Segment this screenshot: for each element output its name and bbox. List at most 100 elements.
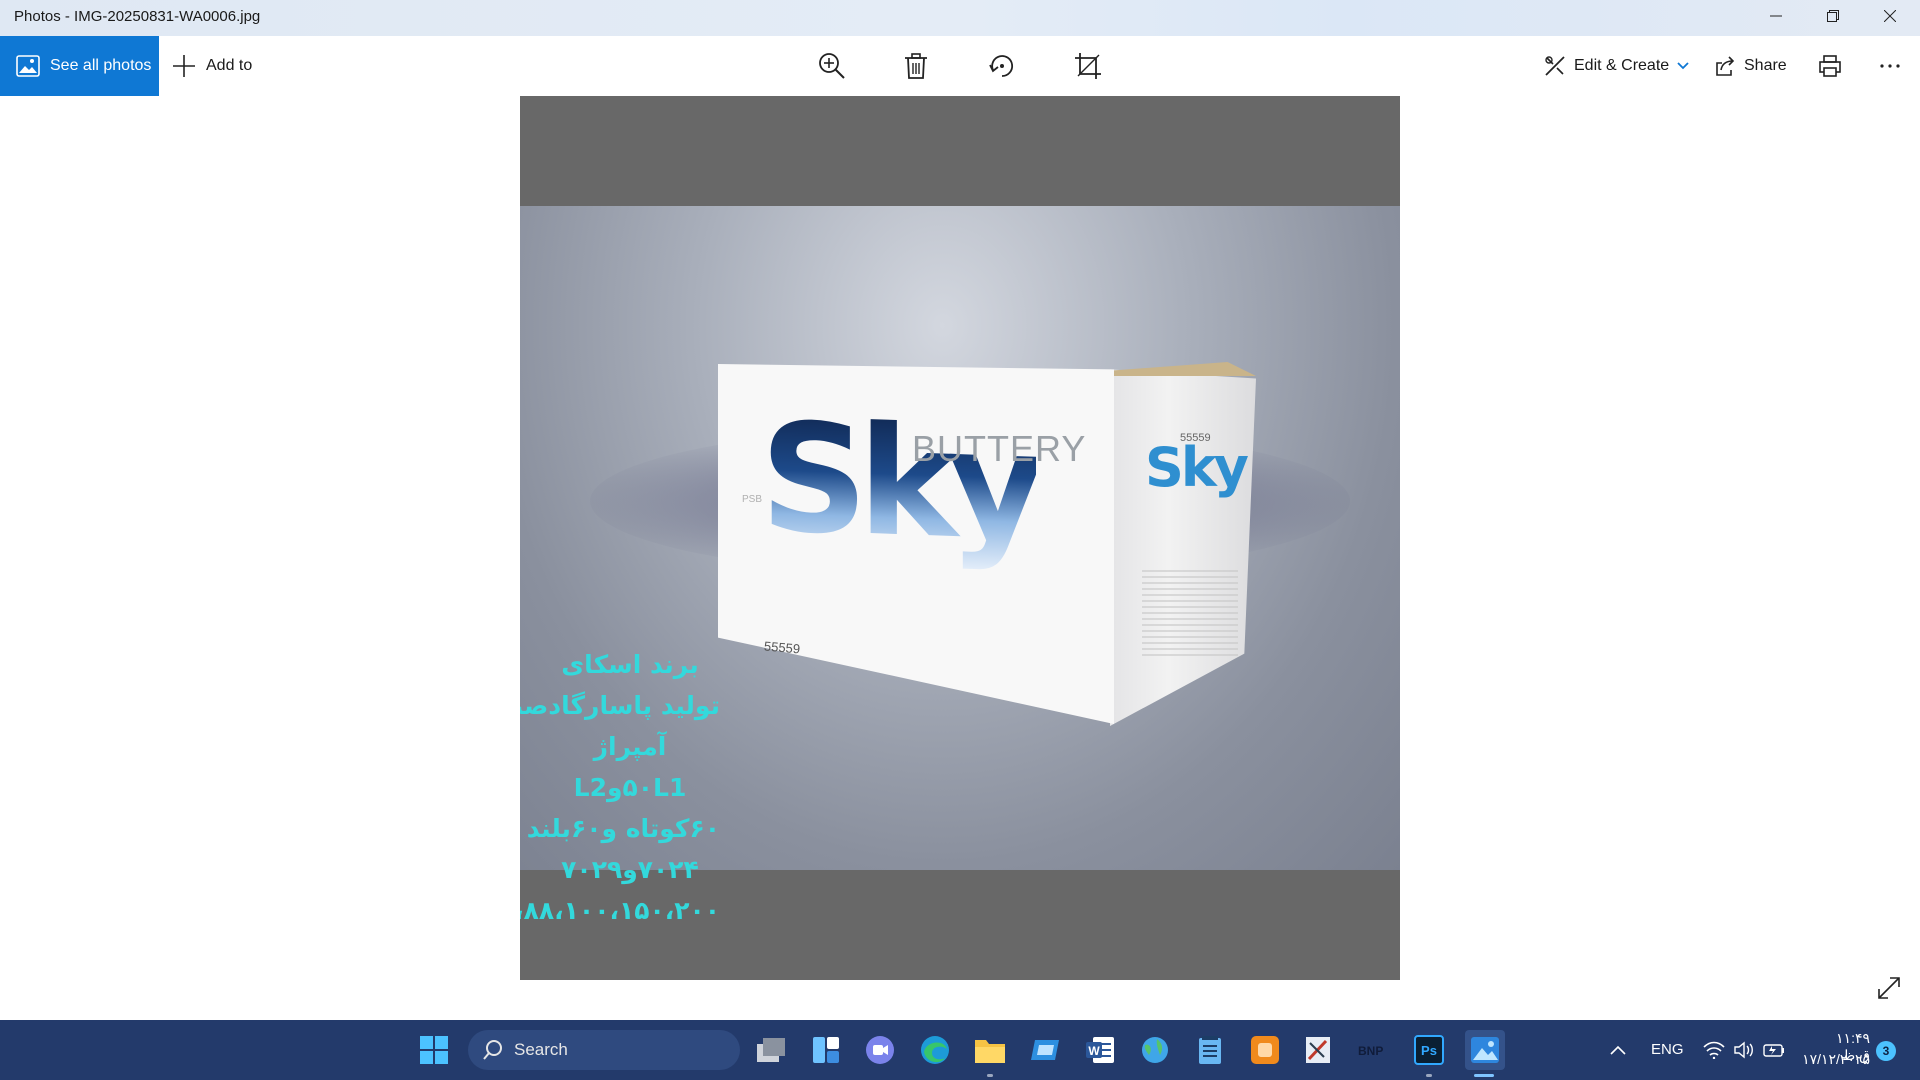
minimize-icon bbox=[1770, 15, 1782, 17]
taskbar: Search W BNP Ps ENG ۱۱:۴۹ ق.ظ ۱۷/۱۲/۲۰۲۵… bbox=[0, 1020, 1920, 1080]
minimize-button[interactable] bbox=[1748, 0, 1804, 32]
show-hidden-icons-button[interactable] bbox=[1598, 1030, 1638, 1070]
box-side-print bbox=[1142, 566, 1238, 656]
restore-button[interactable] bbox=[1805, 0, 1861, 32]
box-brand-logo: Sky bbox=[760, 391, 1036, 575]
caption-line: ۵۰L1وL2 bbox=[573, 773, 687, 802]
zoom-button[interactable] bbox=[814, 48, 850, 84]
photo-toolbar: See all photos Add to Edit & Create Shar… bbox=[0, 36, 1920, 96]
wifi-icon bbox=[1703, 1041, 1725, 1059]
notepad-icon bbox=[1199, 1036, 1221, 1064]
teams-chat-icon bbox=[866, 1036, 894, 1064]
caption-line: آمپراژ bbox=[593, 732, 667, 761]
mail-icon bbox=[1031, 1040, 1059, 1060]
rotate-icon bbox=[989, 55, 1014, 77]
gallery-icon bbox=[16, 55, 40, 77]
close-button[interactable] bbox=[1862, 0, 1918, 32]
bnp-app-button[interactable]: BNP bbox=[1353, 1030, 1393, 1070]
share-icon bbox=[1716, 56, 1735, 76]
delete-button[interactable] bbox=[898, 48, 934, 84]
see-all-photos-button[interactable]: See all photos bbox=[0, 36, 159, 96]
print-button[interactable] bbox=[1812, 48, 1848, 84]
close-icon bbox=[1884, 10, 1896, 22]
edit-create-icon bbox=[1545, 56, 1565, 76]
overlay-caption: برند اسکای تولید پاسارگادصنعت آمپراژ ۵۰L… bbox=[520, 644, 720, 931]
caption-line: ۷۰۲۴و۷۰۲۹ bbox=[561, 855, 699, 884]
notification-badge[interactable]: 3 bbox=[1876, 1041, 1896, 1061]
battery-charging-icon bbox=[1763, 1044, 1784, 1057]
zoom-in-icon bbox=[819, 53, 845, 79]
teams-chat-button[interactable] bbox=[860, 1030, 900, 1070]
paint-button[interactable] bbox=[1298, 1030, 1338, 1070]
crop-button[interactable] bbox=[1070, 48, 1106, 84]
task-view-icon bbox=[757, 1038, 785, 1062]
word-button[interactable]: W bbox=[1080, 1030, 1120, 1070]
more-options-button[interactable] bbox=[1872, 48, 1908, 84]
edge-icon bbox=[921, 1036, 949, 1064]
browser-button[interactable] bbox=[1135, 1030, 1175, 1070]
volume-icon bbox=[1734, 1041, 1753, 1059]
plus-icon bbox=[173, 55, 195, 77]
share-label: Share bbox=[1744, 57, 1787, 74]
caption-line: ۷۴،۸۸،۱۰۰،۱۵۰،۲۰۰ bbox=[520, 896, 720, 925]
box-code-side: 55559 bbox=[1180, 432, 1211, 444]
windows-start-icon bbox=[420, 1036, 448, 1064]
svg-text:BNP: BNP bbox=[1358, 1044, 1383, 1058]
photos-active-indicator bbox=[1474, 1074, 1494, 1077]
photos-icon bbox=[1471, 1037, 1499, 1063]
word-icon: W bbox=[1086, 1037, 1114, 1063]
edit-create-label: Edit & Create bbox=[1574, 57, 1670, 74]
expand-icon bbox=[1878, 977, 1900, 999]
add-to-button[interactable]: Add to bbox=[172, 36, 252, 96]
edge-button[interactable] bbox=[915, 1030, 955, 1070]
chevron-up-icon bbox=[1610, 1045, 1626, 1055]
window-title: Photos - IMG-20250831-WA0006.jpg bbox=[14, 8, 261, 25]
search-placeholder: Search bbox=[514, 1040, 568, 1059]
restore-icon bbox=[1827, 10, 1839, 22]
box-side-logo: Sky bbox=[1145, 436, 1249, 499]
mail-button[interactable] bbox=[1025, 1030, 1065, 1070]
widgets-icon bbox=[813, 1037, 839, 1063]
see-all-photos-label: See all photos bbox=[50, 57, 152, 74]
more-icon bbox=[1880, 64, 1900, 68]
bnp-app-icon: BNP bbox=[1358, 1044, 1383, 1058]
trash-icon bbox=[905, 53, 927, 79]
fullscreen-button[interactable] bbox=[1876, 975, 1902, 1001]
file-explorer-icon bbox=[975, 1040, 1005, 1063]
caption-line: برند اسکای bbox=[561, 650, 699, 679]
title-bar: Photos - IMG-20250831-WA0006.jpg bbox=[0, 0, 1920, 36]
edit-create-button[interactable]: Edit & Create bbox=[1544, 36, 1689, 96]
box-product-text: BUTTERY bbox=[912, 428, 1087, 469]
task-view-button[interactable] bbox=[751, 1030, 791, 1070]
add-to-label: Add to bbox=[206, 57, 253, 74]
box-tag-text: PSB bbox=[742, 494, 763, 505]
caption-line: ۶۰کوتاه و۶۰بلند bbox=[526, 814, 720, 843]
orange-app-icon bbox=[1251, 1036, 1279, 1064]
notepad-button[interactable] bbox=[1190, 1030, 1230, 1070]
photoshop-icon: Ps bbox=[1414, 1035, 1444, 1065]
taskbar-search[interactable]: Search bbox=[468, 1030, 740, 1070]
printer-icon bbox=[1819, 55, 1841, 77]
start-button[interactable] bbox=[414, 1030, 454, 1070]
file-explorer-button[interactable] bbox=[970, 1030, 1010, 1070]
share-button[interactable]: Share bbox=[1714, 36, 1787, 96]
browser-icon bbox=[1142, 1037, 1168, 1063]
photoshop-running-indicator bbox=[1426, 1074, 1432, 1077]
photo-viewer-image: Sky BUTTERY PSB 55559 Sky 55559 برند اسک… bbox=[520, 96, 1400, 980]
clock-date[interactable]: ۱۷/۱۲/۲۰۲۵ bbox=[1800, 1051, 1870, 1068]
svg-text:Ps: Ps bbox=[1421, 1043, 1437, 1058]
photos-button[interactable] bbox=[1465, 1030, 1505, 1070]
svg-text:W: W bbox=[1088, 1044, 1100, 1058]
photoshop-button[interactable]: Ps bbox=[1409, 1030, 1449, 1070]
battery-button[interactable] bbox=[1754, 1030, 1794, 1070]
orange-app-button[interactable] bbox=[1245, 1030, 1285, 1070]
widgets-button[interactable] bbox=[806, 1030, 846, 1070]
search-icon bbox=[483, 1040, 502, 1060]
rotate-button[interactable] bbox=[984, 48, 1020, 84]
file-explorer-running-indicator bbox=[987, 1074, 993, 1077]
crop-icon bbox=[1075, 53, 1101, 79]
paint-icon bbox=[1306, 1037, 1330, 1063]
chevron-down-icon bbox=[1677, 62, 1689, 70]
box-code-front: 55559 bbox=[763, 638, 801, 657]
language-indicator[interactable]: ENG bbox=[1651, 1041, 1684, 1058]
